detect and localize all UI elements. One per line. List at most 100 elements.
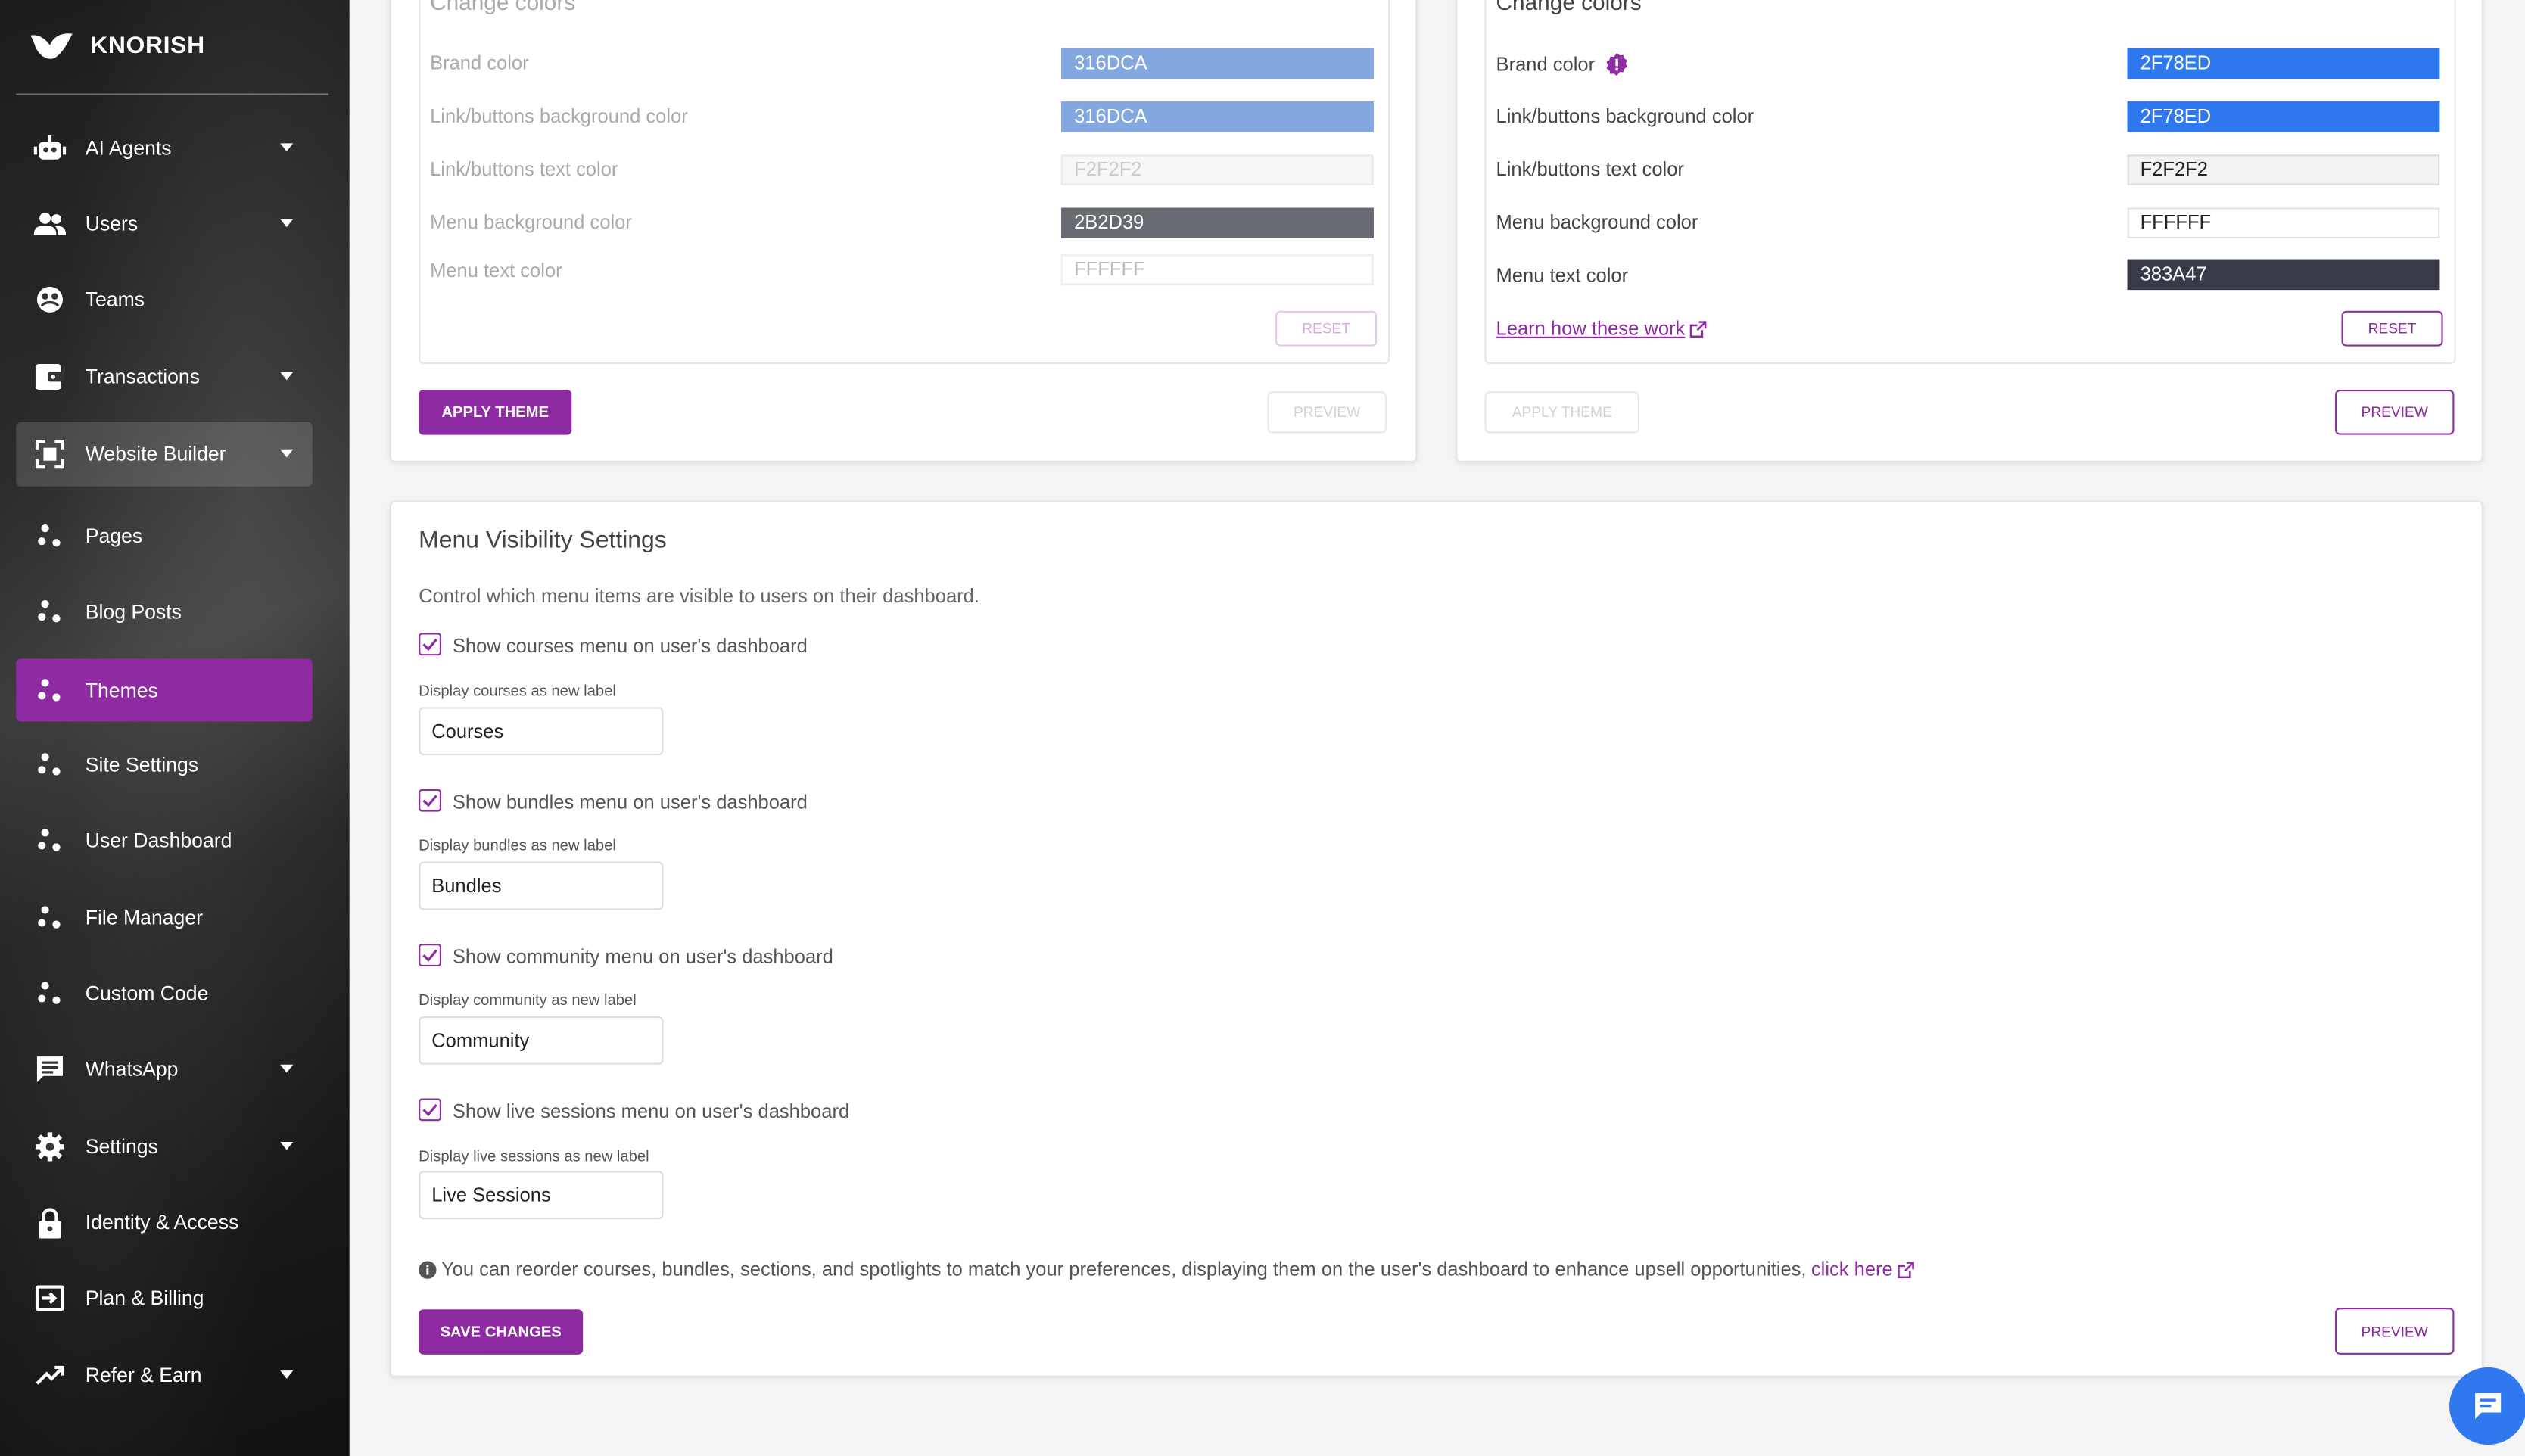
sidebar-item-user-dashboard[interactable]: User Dashboard xyxy=(16,808,312,873)
learn-how-link[interactable]: Learn how these work xyxy=(1496,317,1686,340)
menu-text-color-label: Menu text color xyxy=(1496,264,1629,287)
live-sessions-field-label: Display live sessions as new label xyxy=(419,1148,649,1166)
bundles-checkbox-label[interactable]: Show bundles menu on user's dashboard xyxy=(453,791,808,814)
chevron-down-icon xyxy=(280,372,294,381)
brand-name: KNORISH xyxy=(90,31,205,59)
preview-button[interactable]: PREVIEW xyxy=(2335,390,2455,435)
link-text-color-label: Link/buttons text color xyxy=(430,157,618,181)
menu-text-color-swatch[interactable]: 383A47 xyxy=(2127,259,2440,291)
check-icon xyxy=(422,949,437,962)
sidebar-item-label: Teams xyxy=(85,288,145,311)
courses-checkbox[interactable] xyxy=(419,633,441,656)
sidebar-item-label: Site Settings xyxy=(85,754,199,776)
info-badge-icon[interactable] xyxy=(1606,53,1629,76)
chevron-down-icon xyxy=(280,449,294,458)
click-here-link[interactable]: click here xyxy=(1811,1258,1893,1280)
dots-icon xyxy=(33,976,68,1012)
save-changes-button[interactable]: SAVE CHANGES xyxy=(419,1309,584,1355)
community-field-label: Display community as new label xyxy=(419,992,637,1010)
panel-title: Change colors xyxy=(1496,0,1642,15)
sidebar-item-label: Website Builder xyxy=(85,443,226,466)
lock-icon xyxy=(33,1205,68,1240)
chevron-down-icon xyxy=(280,143,294,152)
community-checkbox[interactable] xyxy=(419,944,441,966)
sidebar-item-label: File Manager xyxy=(85,907,203,930)
apply-theme-button[interactable]: APPLY THEME xyxy=(419,390,572,435)
sidebar-item-settings[interactable]: Settings xyxy=(16,1115,312,1179)
sidebar-item-label: Settings xyxy=(85,1135,158,1159)
sidebar-item-users[interactable]: Users xyxy=(16,191,312,256)
sidebar-item-blog-posts[interactable]: Blog Posts xyxy=(16,580,312,644)
dots-icon xyxy=(33,748,68,783)
brand[interactable]: KNORISH xyxy=(29,27,205,63)
chevron-down-icon xyxy=(280,1064,294,1073)
community-label-input[interactable]: Community xyxy=(419,1016,664,1065)
courses-checkbox-label[interactable]: Show courses menu on user's dashboard xyxy=(453,635,808,658)
info-line: You can reorder courses, bundles, sectio… xyxy=(419,1258,1915,1280)
menu-bg-color-swatch[interactable]: 2B2D39 xyxy=(1061,207,1374,238)
external-link-icon xyxy=(1690,320,1708,338)
learn-link-row[interactable]: Learn how these work xyxy=(1496,317,1708,340)
check-icon xyxy=(422,795,437,807)
courses-label-input[interactable]: Courses xyxy=(419,707,664,756)
brand-color-swatch[interactable]: 316DCA xyxy=(1061,48,1374,79)
sidebar-item-custom-code[interactable]: Custom Code xyxy=(16,962,312,1026)
community-checkbox-label[interactable]: Show community menu on user's dashboard xyxy=(453,945,833,968)
link-text-color-swatch[interactable]: F2F2F2 xyxy=(2127,154,2440,185)
trending-up-icon xyxy=(33,1358,68,1393)
sidebar-item-label: AI Agents xyxy=(85,136,172,160)
bundles-checkbox[interactable] xyxy=(419,789,441,812)
brand-color-label: Brand color xyxy=(430,51,529,74)
bundles-label-input[interactable]: Bundles xyxy=(419,861,664,910)
sidebar-item-teams[interactable]: Teams xyxy=(16,267,312,331)
reset-button[interactable]: RESET xyxy=(1275,310,1378,347)
sidebar-item-pages[interactable]: Pages xyxy=(16,504,312,568)
website-builder-icon xyxy=(33,437,68,472)
chevron-down-icon xyxy=(280,219,294,228)
sidebar-item-label: Plan & Billing xyxy=(85,1286,204,1310)
live-sessions-checkbox[interactable] xyxy=(419,1098,441,1122)
preview-button[interactable]: PREVIEW xyxy=(1267,391,1387,434)
link-bg-color-swatch[interactable]: 316DCA xyxy=(1061,101,1374,132)
link-text-color-swatch[interactable]: F2F2F2 xyxy=(1061,154,1374,185)
teams-icon xyxy=(33,282,68,317)
brand-color-label-row: Brand color xyxy=(1496,53,1629,76)
chat-widget-button[interactable] xyxy=(2449,1367,2525,1445)
page-title: Menu Visibility Settings xyxy=(419,526,667,555)
menu-text-color-swatch[interactable]: FFFFFF xyxy=(1061,254,1374,285)
sidebar-item-label: Transactions xyxy=(85,366,201,388)
apply-theme-button[interactable]: APPLY THEME xyxy=(1484,391,1639,434)
sidebar-item-label: Identity & Access xyxy=(85,1211,239,1234)
chat-bubble-icon xyxy=(2475,1392,2502,1420)
sidebar-item-whatsapp[interactable]: WhatsApp xyxy=(16,1038,312,1102)
brand-color-swatch[interactable]: 2F78ED xyxy=(2127,48,2440,79)
sidebar-item-label: WhatsApp xyxy=(85,1058,179,1081)
sidebar-item-transactions[interactable]: Transactions xyxy=(16,344,312,409)
theme-card-new: Change colors Brand color 2F78ED Link/bu… xyxy=(1456,0,2483,462)
sidebar-divider xyxy=(16,93,329,95)
bundles-field-label: Display bundles as new label xyxy=(419,837,616,856)
sidebar-item-website-builder[interactable]: Website Builder xyxy=(16,422,313,487)
courses-field-label: Display courses as new label xyxy=(419,683,616,701)
sidebar-item-label: Pages xyxy=(85,524,143,548)
billing-icon xyxy=(33,1280,68,1316)
chevron-down-icon xyxy=(280,1141,294,1150)
reset-button[interactable]: RESET xyxy=(2341,310,2443,347)
sidebar-item-plan-billing[interactable]: Plan & Billing xyxy=(16,1266,312,1330)
live-sessions-label-input[interactable]: Live Sessions xyxy=(419,1171,664,1220)
menu-bg-color-swatch[interactable]: FFFFFF xyxy=(2127,207,2440,238)
sidebar-item-file-manager[interactable]: File Manager xyxy=(16,886,312,950)
panel-title: Change colors xyxy=(430,0,576,15)
sidebar-item-label: Custom Code xyxy=(85,982,209,1006)
sidebar-item-site-settings[interactable]: Site Settings xyxy=(16,733,312,797)
sidebar-item-themes[interactable]: Themes xyxy=(16,658,313,722)
gear-icon xyxy=(33,1129,68,1165)
sidebar-item-label: Refer & Earn xyxy=(85,1364,202,1387)
link-bg-color-swatch[interactable]: 2F78ED xyxy=(2127,101,2440,132)
preview-button[interactable]: PREVIEW xyxy=(2335,1308,2455,1355)
dots-icon xyxy=(33,518,68,554)
live-sessions-checkbox-label[interactable]: Show live sessions menu on user's dashbo… xyxy=(453,1100,849,1123)
sidebar-item-refer-earn[interactable]: Refer & Earn xyxy=(16,1343,312,1408)
sidebar-item-ai-agents[interactable]: AI Agents xyxy=(16,116,312,180)
sidebar-item-identity-access[interactable]: Identity & Access xyxy=(16,1190,312,1255)
